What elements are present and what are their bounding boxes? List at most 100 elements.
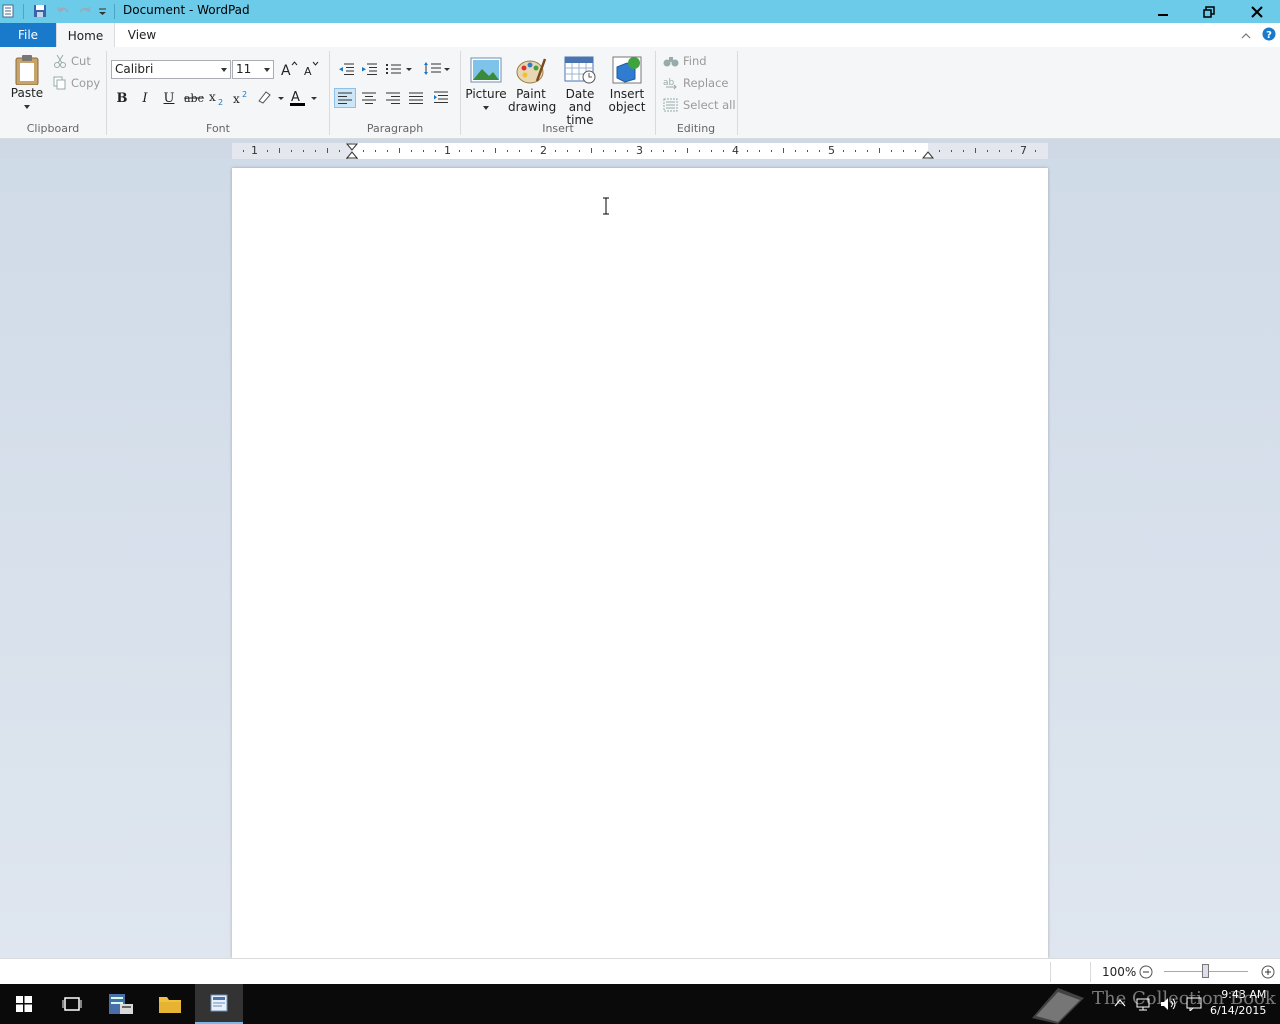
font-family-value: Calibri: [115, 62, 154, 76]
tab-view[interactable]: View: [114, 23, 170, 47]
strikethrough-button[interactable]: abc: [183, 88, 205, 108]
copy-button[interactable]: Copy: [53, 76, 100, 90]
paragraph-group-label: Paragraph: [366, 122, 424, 135]
network-icon[interactable]: [1136, 997, 1152, 1011]
wordpad-app-icon[interactable]: [2, 4, 16, 18]
taskbar-app-file-explorer[interactable]: [146, 984, 194, 1024]
svg-text:2: 2: [242, 90, 247, 99]
align-center-button[interactable]: [359, 88, 379, 108]
ruler-number: 7: [1020, 144, 1027, 157]
bulleted-list-icon: [386, 64, 412, 74]
font-family-select[interactable]: Calibri: [111, 60, 231, 79]
paint-drawing-button[interactable]: Paint drawing: [508, 55, 556, 114]
paste-button[interactable]: Paste: [8, 53, 46, 113]
picture-label: Picture: [465, 87, 507, 101]
bold-icon: B: [116, 90, 128, 106]
tab-file[interactable]: File: [0, 23, 56, 47]
tab-home[interactable]: Home: [56, 23, 115, 48]
svg-text:2: 2: [218, 98, 223, 106]
insert-object-button[interactable]: Insert object: [606, 55, 648, 114]
underline-button[interactable]: U: [159, 88, 179, 108]
ruler[interactable]: 1 1 2 3 4 5 7: [232, 143, 1048, 164]
taskbar-app-server-manager[interactable]: [97, 984, 145, 1024]
justify-button[interactable]: [406, 88, 426, 108]
paint-palette-icon: [516, 58, 547, 84]
start-button[interactable]: [0, 984, 48, 1024]
bold-button[interactable]: B: [112, 88, 132, 108]
select-all-button[interactable]: Select all: [663, 98, 736, 112]
superscript-button[interactable]: x2: [231, 88, 251, 108]
find-button[interactable]: Find: [663, 54, 707, 68]
paragraph-icon: [434, 91, 448, 103]
chevron-down-icon: [483, 106, 489, 110]
insert-group-label: Insert: [542, 122, 574, 135]
clock-date: 6/14/2015: [1210, 1004, 1267, 1017]
restore-icon: [1203, 5, 1215, 18]
right-indent-marker[interactable]: [922, 143, 934, 159]
font-size-value: 11: [236, 62, 252, 76]
folder-icon: [159, 997, 181, 1013]
italic-icon: I: [142, 90, 148, 106]
cut-button[interactable]: Cut: [53, 54, 91, 68]
text-color-button[interactable]: A: [289, 88, 319, 108]
clock-time: 9:43 AM: [1221, 988, 1267, 1001]
ribbon: Paste Cut Copy Clipboard Calibri 11 A A …: [0, 47, 1280, 139]
svg-text:?: ?: [1266, 30, 1272, 41]
svg-text:A: A: [291, 90, 300, 105]
zoom-out-icon[interactable]: [1139, 965, 1153, 979]
zoom-in-icon[interactable]: [1261, 965, 1275, 979]
qat-separator: [23, 4, 24, 19]
text-cursor-icon: [603, 197, 609, 215]
task-view-button[interactable]: [48, 984, 96, 1024]
replace-button[interactable]: ab Replace: [663, 76, 729, 90]
date-time-label-1: Date and: [565, 87, 595, 114]
line-spacing-button[interactable]: [423, 59, 453, 79]
select-all-icon: [663, 98, 678, 112]
customize-qat-icon[interactable]: [98, 4, 112, 18]
volume-icon[interactable]: [1160, 997, 1178, 1011]
show-hidden-icons-icon[interactable]: [1114, 998, 1126, 1008]
shrink-font-button[interactable]: A: [301, 59, 321, 79]
group-divider: [737, 51, 738, 135]
minimize-ribbon-icon[interactable]: [1241, 29, 1251, 43]
taskbar-app-wordpad[interactable]: [195, 984, 243, 1024]
chevron-down-icon: [264, 68, 270, 72]
system-clock[interactable]: 9:43 AM 6/14/2015: [1210, 987, 1266, 1019]
grow-font-button[interactable]: A: [279, 59, 299, 79]
find-label: Find: [683, 54, 707, 68]
redo-icon[interactable]: [78, 4, 92, 18]
status-divider: [1090, 962, 1091, 982]
restore-button[interactable]: [1186, 0, 1232, 23]
decrease-indent-icon: [339, 63, 354, 75]
increase-indent-button[interactable]: [359, 59, 379, 79]
close-icon: [1251, 5, 1263, 18]
font-size-select[interactable]: 11: [232, 60, 274, 79]
italic-button[interactable]: I: [135, 88, 155, 108]
date-time-button[interactable]: Date and time: [555, 55, 605, 127]
replace-label: Replace: [683, 76, 729, 90]
align-left-button[interactable]: [334, 88, 356, 108]
close-button[interactable]: [1234, 0, 1280, 23]
cut-label: Cut: [71, 54, 91, 68]
shrink-font-icon: A: [304, 61, 319, 77]
align-left-icon: [338, 92, 352, 104]
undo-icon[interactable]: [56, 4, 70, 18]
subscript-button[interactable]: x2: [207, 88, 227, 108]
picture-button[interactable]: Picture: [465, 55, 507, 114]
align-right-button[interactable]: [383, 88, 403, 108]
ruler-number: 1: [251, 144, 258, 157]
help-icon[interactable]: ?: [1262, 27, 1276, 44]
minimize-button[interactable]: [1140, 0, 1186, 23]
document-page[interactable]: [232, 168, 1048, 958]
chevron-down-icon: [221, 68, 227, 72]
insert-object-icon: [612, 56, 642, 84]
paragraph-button[interactable]: [431, 88, 451, 108]
highlight-color-button[interactable]: [256, 88, 286, 108]
bullets-button[interactable]: [385, 59, 415, 79]
zoom-slider-thumb[interactable]: [1202, 964, 1209, 978]
save-icon[interactable]: [33, 4, 47, 18]
action-center-icon[interactable]: [1186, 997, 1202, 1011]
decrease-indent-button[interactable]: [336, 59, 356, 79]
ruler-number: 4: [732, 144, 739, 157]
editing-group-label: Editing: [676, 122, 716, 135]
